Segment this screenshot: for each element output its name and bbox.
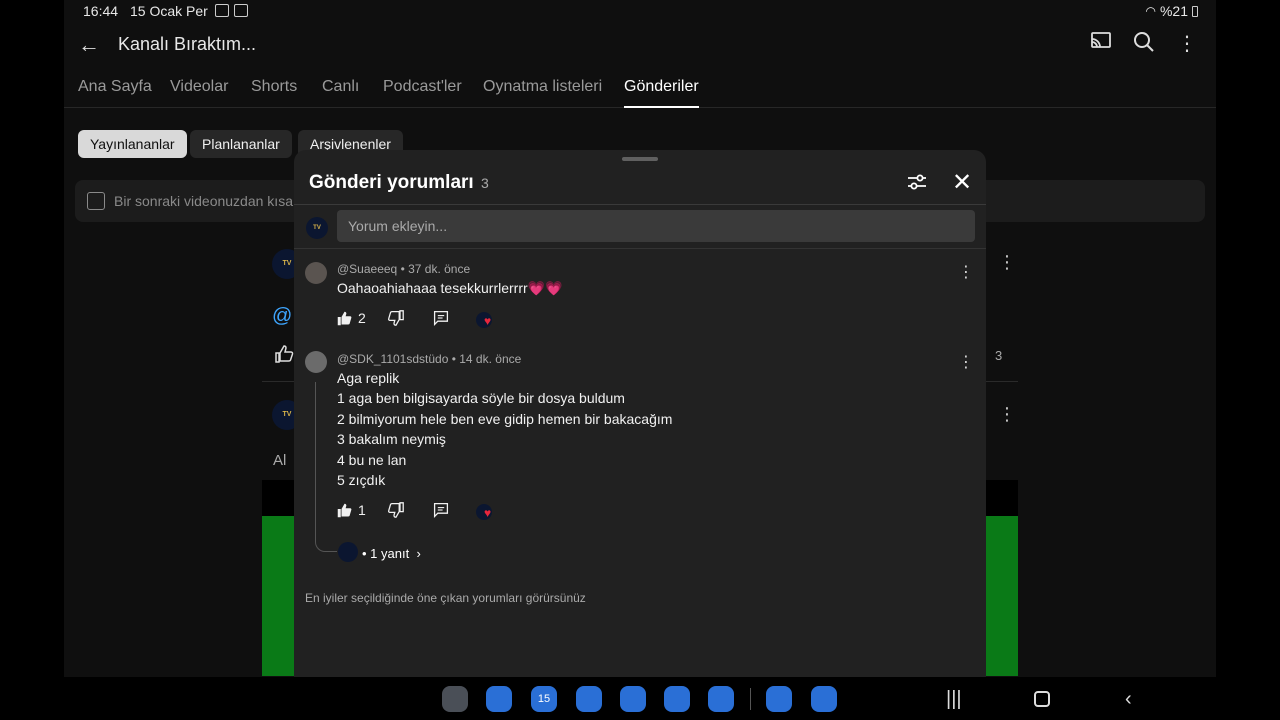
like-button[interactable]: 2 [337, 310, 366, 326]
comment-line: 2 bilmiyorum hele ben eve gidip hemen bi… [337, 411, 673, 427]
comment-author[interactable]: @Suaeeeq [337, 262, 397, 276]
chip-published[interactable]: Yayınlananlar [78, 130, 187, 158]
commenter-avatar [305, 351, 327, 373]
replies-label: • 1 yanıt [362, 546, 410, 561]
screen-record-icon [234, 4, 248, 17]
sort-note: En iyiler seçildiğinde öne çıkan yorumla… [305, 591, 586, 605]
back-nav-icon[interactable]: ‹ [1125, 688, 1132, 711]
close-icon[interactable]: ✕ [952, 168, 972, 197]
mention-text: @ [272, 305, 293, 327]
tab-videos[interactable]: Videolar [170, 78, 228, 96]
like-count: 1 [358, 502, 366, 518]
reply-thread-line [315, 382, 337, 552]
app-screen: 16:44 15 Ocak Per ◠ %21 ← Kanalı Bıraktı… [64, 0, 1216, 720]
tab-home[interactable]: Ana Sayfa [78, 78, 152, 96]
comment-text: Oahaoahiahaaa tesekkurrlerrrr💗💗 [337, 280, 563, 296]
battery-level: %21 [1159, 3, 1188, 19]
thumbs-up-icon [337, 503, 352, 517]
search-icon[interactable] [1131, 31, 1157, 57]
wifi-icon: ◠ [1145, 4, 1156, 18]
comment-line: 3 bakalım neymiş [337, 431, 446, 447]
comment-line: 5 zıçdık [337, 472, 386, 488]
like-button[interactable]: 1 [337, 502, 366, 518]
battery-icon [1192, 5, 1198, 17]
chip-scheduled[interactable]: Planlananlar [190, 130, 292, 158]
post-more-icon[interactable]: ⋮ [998, 252, 1016, 273]
messages-icon[interactable] [576, 686, 602, 712]
reply-button[interactable] [433, 502, 449, 518]
post-text: Al [273, 452, 287, 469]
status-time: 16:44 [83, 3, 119, 19]
app-bar: ← Kanalı Bıraktım... ⋮ [64, 22, 1216, 66]
filter-icon[interactable] [906, 172, 932, 194]
home-icon[interactable] [1034, 691, 1050, 707]
status-date: 15 Ocak Per [130, 3, 208, 19]
comment-line: Aga replik [337, 370, 400, 386]
comment-count: 3 [481, 175, 489, 191]
comment-more-icon[interactable]: ⋮ [958, 352, 974, 372]
comment-more-icon[interactable]: ⋮ [958, 262, 974, 282]
reply-button[interactable] [433, 310, 449, 326]
commenter-avatar [305, 262, 327, 284]
add-comment-input[interactable]: Yorum ekleyin... [337, 210, 975, 242]
sheet-title: Gönderi yorumları [309, 172, 474, 193]
post-more-icon-2[interactable]: ⋮ [998, 404, 1016, 425]
tab-shorts[interactable]: Shorts [251, 78, 297, 96]
reply-icon [433, 310, 449, 326]
channel-title: Kanalı Bıraktım... [118, 34, 257, 54]
whatsapp-icon[interactable] [811, 686, 837, 712]
recent-apps-icon[interactable]: ||| [946, 688, 962, 711]
comment-time: 37 dk. önce [408, 262, 471, 276]
edit-icon [87, 192, 105, 210]
dislike-button[interactable] [388, 310, 404, 326]
thumbs-up-icon [337, 311, 352, 325]
post-image-right [986, 516, 1018, 676]
comment-author[interactable]: @SDK_1101sdstüdo [337, 352, 448, 366]
calendar-icon[interactable]: 15 [531, 686, 557, 712]
back-arrow-icon[interactable]: ← [78, 32, 100, 58]
creator-heart-icon[interactable] [476, 504, 492, 520]
drag-handle[interactable] [622, 157, 658, 161]
status-bar: 16:44 15 Ocak Per ◠ %21 [64, 0, 1216, 22]
comments-sheet: Gönderi yorumları 3 ✕ TV Yorum ekleyin..… [294, 150, 986, 677]
more-options-icon[interactable]: ⋮ [1174, 31, 1200, 57]
like-count: 2 [358, 310, 366, 326]
comment-line: 4 bu ne lan [337, 452, 407, 468]
app-drawer-icon[interactable] [442, 686, 468, 712]
comment-time: 14 dk. önce [459, 352, 522, 366]
post-like-icon[interactable] [274, 344, 294, 370]
thumbs-down-icon [388, 502, 404, 518]
tab-posts[interactable]: Gönderiler [624, 78, 699, 108]
view-replies-button[interactable]: • 1 yanıt › [362, 546, 421, 561]
tab-live[interactable]: Canlı [322, 78, 359, 96]
post-image-left [262, 516, 294, 676]
status-right: ◠ %21 [1145, 3, 1198, 19]
camera-icon[interactable] [664, 686, 690, 712]
taskbar: 15 ||| ‹ [64, 677, 1216, 720]
tab-podcasts[interactable]: Podcast'ler [383, 78, 462, 96]
creator-heart-icon[interactable] [476, 312, 492, 328]
apps-grid-icon[interactable] [708, 686, 734, 712]
post-like-count: 3 [995, 348, 1003, 363]
cast-icon[interactable] [1088, 31, 1114, 57]
reply-icon [433, 502, 449, 518]
input-divider [294, 248, 986, 249]
dislike-button[interactable] [388, 502, 404, 518]
thumbs-down-icon [388, 310, 404, 326]
reply-avatar [338, 542, 358, 562]
comment-meta: @SDK_1101sdstüdo • 14 dk. önce [337, 352, 522, 366]
dock-divider [750, 688, 751, 710]
contacts-icon[interactable] [620, 686, 646, 712]
sheet-divider [294, 204, 986, 205]
instagram-icon[interactable] [766, 686, 792, 712]
screenshot-icon [215, 4, 229, 17]
comment-meta: @Suaeeeq • 37 dk. önce [337, 262, 471, 276]
comment-line: 1 aga ben bilgisayarda söyle bir dosya b… [337, 390, 625, 406]
chevron-right-icon: › [412, 546, 421, 561]
create-post-placeholder: Bir sonraki videonuzdan kısa [114, 193, 293, 209]
files-icon[interactable] [486, 686, 512, 712]
my-avatar: TV [306, 217, 328, 239]
tab-playlists[interactable]: Oynatma listeleri [483, 78, 602, 96]
channel-tabs: Ana Sayfa Videolar Shorts Canlı Podcast'… [64, 70, 1216, 108]
